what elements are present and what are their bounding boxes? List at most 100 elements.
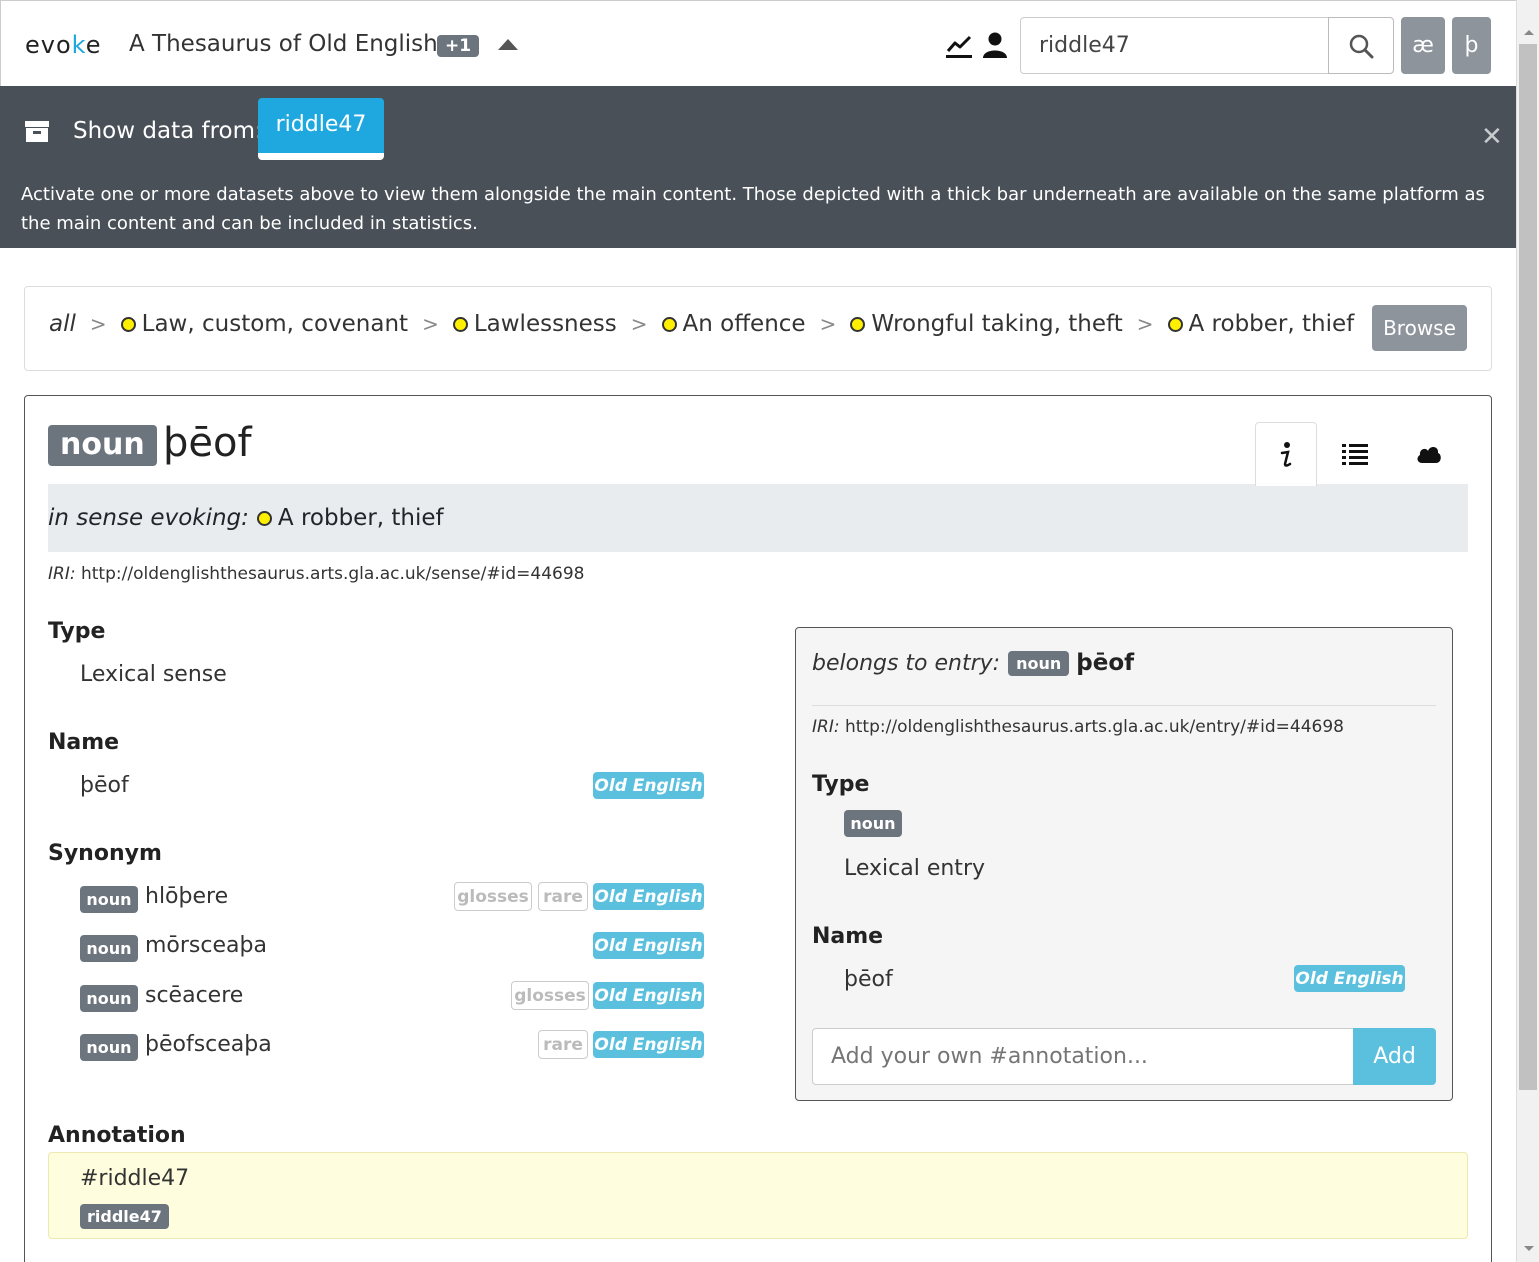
- dataset-info-text: Activate one or more datasets above to v…: [21, 184, 1485, 234]
- breadcrumb-separator: >: [630, 312, 648, 336]
- iri-label: IRI:: [48, 564, 76, 584]
- breadcrumb: all > Law, custom, covenant > Lawlessnes…: [24, 286, 1492, 371]
- sense-evoking-row: in sense evoking: A robber, thief: [48, 484, 1468, 552]
- app-logo[interactable]: evoke: [25, 31, 101, 59]
- pos-badge: noun: [80, 935, 138, 962]
- breadcrumb-item[interactable]: Lawlessness: [474, 311, 617, 337]
- entry-headword[interactable]: þēof: [1076, 650, 1134, 676]
- iri-value[interactable]: http://oldenglishthesaurus.arts.gla.ac.u…: [845, 717, 1344, 737]
- app-title[interactable]: A Thesaurus of Old English: [129, 31, 438, 57]
- dataset-toggle-button[interactable]: riddle47: [258, 98, 384, 160]
- language-badge: Old English: [593, 1031, 704, 1058]
- scroll-down-arrow-icon[interactable]: [1524, 1246, 1534, 1251]
- pos-badge: noun: [80, 1034, 138, 1061]
- language-badge: Old English: [1294, 965, 1405, 992]
- sense-card: noun þēof in sense evoking: A robber, th…: [24, 395, 1492, 1262]
- entry-iri: IRI: http://oldenglishthesaurus.arts.gla…: [812, 717, 1344, 737]
- breadcrumb-root[interactable]: all: [49, 311, 76, 337]
- type-value: Lexical entry: [844, 856, 986, 881]
- line-chart-icon[interactable]: [945, 33, 973, 59]
- pos-badge: noun: [80, 985, 138, 1012]
- entry-heading: belongs to entry: noun þēof: [812, 650, 1134, 676]
- breadcrumb-separator: >: [422, 312, 439, 336]
- category-dot-icon: [452, 316, 468, 332]
- type-label: Type: [812, 772, 870, 797]
- caret-up-icon[interactable]: [498, 39, 518, 50]
- language-badge: Old English: [593, 883, 704, 910]
- breadcrumb-item[interactable]: Wrongful taking, theft: [871, 311, 1122, 337]
- name-label: Name: [812, 924, 884, 949]
- language-badge: Old English: [593, 932, 704, 959]
- breadcrumb-item[interactable]: An offence: [683, 311, 806, 337]
- breadcrumb-trail: all > Law, custom, covenant > Lawlessnes…: [49, 311, 1354, 337]
- annotation-dataset-badge[interactable]: riddle47: [80, 1204, 169, 1229]
- top-navbar: evoke A Thesaurus of Old English +1 æ þ: [0, 0, 1516, 86]
- scroll-up-arrow-icon[interactable]: [1524, 30, 1534, 35]
- type-label: Type: [48, 619, 106, 644]
- sense-iri: IRI: http://oldenglishthesaurus.arts.gla…: [48, 564, 584, 584]
- category-dot-icon: [1167, 316, 1183, 332]
- category-dot-icon: [120, 316, 136, 332]
- category-dot-icon: [661, 316, 677, 332]
- iri-label: IRI:: [812, 717, 840, 737]
- list-icon: [1342, 443, 1368, 465]
- close-icon[interactable]: ✕: [1481, 122, 1503, 152]
- search-icon: [1349, 34, 1374, 58]
- annotation-box: #riddle47 riddle47: [48, 1152, 1468, 1239]
- evoking-label: in sense evoking:: [48, 505, 249, 531]
- type-value: Lexical sense: [80, 662, 227, 687]
- synonym-link[interactable]: þēofsceaþa: [145, 1032, 272, 1057]
- breadcrumb-separator: >: [1136, 312, 1154, 336]
- rare-tag: rare: [538, 1030, 588, 1059]
- language-badge: Old English: [593, 982, 704, 1009]
- glosses-tag: glosses: [511, 981, 589, 1010]
- breadcrumb-item[interactable]: Law, custom, covenant: [142, 311, 408, 337]
- rare-tag: rare: [538, 882, 588, 911]
- entry-panel: belongs to entry: noun þēof IRI: http://…: [795, 627, 1453, 1101]
- archive-icon: [25, 121, 49, 142]
- cloud-icon: [1417, 446, 1441, 463]
- insert-thorn-button[interactable]: þ: [1452, 17, 1491, 74]
- scrollbar[interactable]: [1516, 0, 1539, 1262]
- tab-info[interactable]: [1255, 422, 1317, 486]
- pos-badge: noun: [844, 810, 902, 837]
- breadcrumb-separator: >: [89, 312, 107, 336]
- browse-button[interactable]: Browse: [1372, 305, 1467, 351]
- name-value: þēof: [80, 773, 129, 798]
- show-data-label: Show data from:: [73, 118, 263, 144]
- pos-badge: noun: [48, 425, 157, 466]
- breadcrumb-separator: >: [819, 312, 837, 336]
- pos-badge: noun: [80, 886, 138, 913]
- scrollbar-thumb[interactable]: [1519, 44, 1537, 1090]
- pos-badge: noun: [1008, 650, 1070, 676]
- tab-cloud[interactable]: [1398, 422, 1460, 485]
- info-icon: [1280, 441, 1292, 467]
- evoking-category-link[interactable]: A robber, thief: [278, 505, 444, 531]
- user-icon[interactable]: [981, 31, 1009, 59]
- dataset-bar: Show data from: riddle47 ✕ Activate one …: [0, 86, 1516, 248]
- annotation-input[interactable]: [812, 1028, 1354, 1085]
- glosses-tag: glosses: [454, 882, 532, 911]
- divider: [812, 705, 1436, 706]
- annotation-text: #riddle47: [80, 1166, 190, 1191]
- name-value: þēof: [844, 967, 893, 992]
- annotation-label: Annotation: [48, 1123, 186, 1148]
- sense-headword: þēof: [163, 420, 252, 466]
- language-badge: Old English: [593, 772, 704, 799]
- search-button[interactable]: [1328, 17, 1394, 74]
- synonym-link[interactable]: mōrsceaþa: [145, 933, 267, 958]
- more-resources-badge[interactable]: +1: [437, 35, 480, 57]
- synonym-label: Synonym: [48, 841, 162, 866]
- search-input[interactable]: [1020, 17, 1329, 74]
- category-dot-icon: [850, 316, 866, 332]
- belongs-label: belongs to entry:: [812, 650, 1001, 676]
- insert-ae-button[interactable]: æ: [1401, 17, 1445, 74]
- synonym-link[interactable]: scēacere: [145, 983, 243, 1008]
- synonym-link[interactable]: hlōþere: [145, 884, 228, 909]
- name-label: Name: [48, 730, 120, 755]
- breadcrumb-item[interactable]: A robber, thief: [1189, 311, 1355, 337]
- add-annotation-button[interactable]: Add: [1353, 1028, 1436, 1085]
- category-dot-icon: [256, 510, 272, 526]
- iri-value[interactable]: http://oldenglishthesaurus.arts.gla.ac.u…: [81, 564, 584, 584]
- tab-list[interactable]: [1324, 422, 1386, 485]
